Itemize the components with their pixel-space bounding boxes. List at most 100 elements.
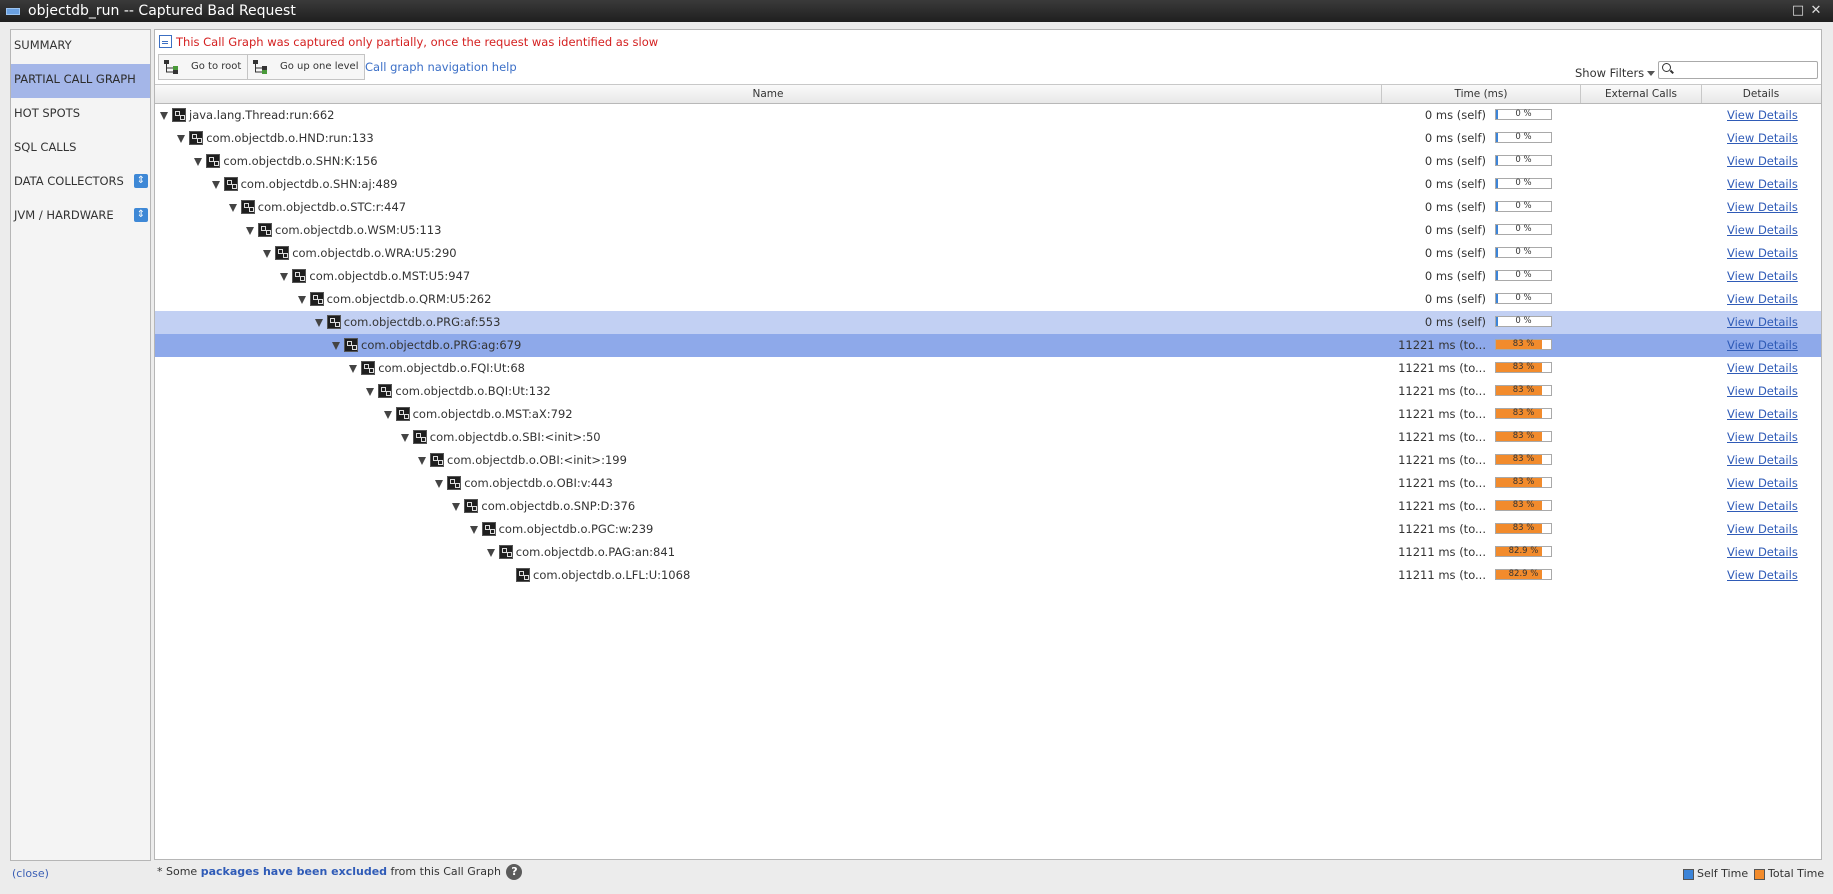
- time-value: 0 ms (self): [1424, 223, 1486, 237]
- maximize-icon[interactable]: □: [1790, 0, 1806, 22]
- sidebar-item-hot-spots[interactable]: HOT SPOTS: [11, 98, 150, 132]
- excluded-packages-note: * Some packages have been excluded from …: [157, 864, 523, 880]
- table-row[interactable]: com.objectdb.o.STC:r:447 0 ms (self) 0 % Vi…: [155, 196, 1821, 219]
- table-row[interactable]: com.objectdb.o.PRG:ag:679 11221 ms (to...…: [155, 334, 1821, 357]
- expand-toggle-icon[interactable]: [418, 457, 426, 465]
- view-details-link[interactable]: View Details: [1727, 265, 1798, 288]
- expand-toggle-icon[interactable]: [366, 388, 375, 396]
- expand-toggle-icon[interactable]: [486, 549, 495, 557]
- table-row[interactable]: com.objectdb.o.OBI:<init>:199 11221 ms (t…: [155, 449, 1821, 472]
- view-details-link[interactable]: View Details: [1727, 242, 1798, 265]
- sidebar-item-partial-call-graph[interactable]: PARTIAL CALL GRAPH: [11, 64, 150, 98]
- column-external-calls[interactable]: External Calls: [1581, 85, 1702, 103]
- view-details-link[interactable]: View Details: [1727, 472, 1798, 495]
- view-details-link[interactable]: View Details: [1727, 311, 1798, 334]
- go-up-level-button[interactable]: Go up one level: [247, 54, 366, 80]
- table-row[interactable]: com.objectdb.o.HND:run:133 0 ms (self) 0 %…: [155, 127, 1821, 150]
- view-details-link[interactable]: View Details: [1727, 380, 1798, 403]
- table-row[interactable]: com.objectdb.o.OBI:v:443 11221 ms (to... 8…: [155, 472, 1821, 495]
- view-details-link[interactable]: View Details: [1727, 288, 1798, 311]
- expand-toggle-icon[interactable]: [452, 503, 461, 511]
- table-row[interactable]: com.objectdb.o.BQI:Ut:132 11221 ms (to...…: [155, 380, 1821, 403]
- percent-label: 83 %: [1512, 500, 1535, 510]
- view-details-link[interactable]: View Details: [1727, 495, 1798, 518]
- view-details-link[interactable]: View Details: [1727, 196, 1798, 219]
- expand-toggle-icon[interactable]: [383, 411, 392, 419]
- method-node-icon: [292, 269, 307, 283]
- expand-toggle-icon[interactable]: [400, 434, 409, 442]
- table-row[interactable]: com.objectdb.o.QRM:U5:262 0 ms (self) 0 % V…: [155, 288, 1821, 311]
- time-percent-bar: 83 %: [1495, 362, 1552, 373]
- table-row[interactable]: com.objectdb.o.MST:aX:792 11221 ms (to...…: [155, 403, 1821, 426]
- sidebar-item-sql-calls[interactable]: SQL CALLS: [11, 132, 150, 166]
- table-row[interactable]: com.objectdb.o.SHN:aj:489 0 ms (self) 0 % V…: [155, 173, 1821, 196]
- view-details-link[interactable]: View Details: [1727, 219, 1798, 242]
- column-name[interactable]: Name: [155, 85, 1382, 103]
- table-row[interactable]: com.objectdb.o.PRG:af:553 0 ms (self) 0 % V…: [155, 311, 1821, 334]
- expand-toggle-icon[interactable]: [314, 319, 323, 327]
- column-details[interactable]: Details: [1702, 85, 1820, 103]
- table-row[interactable]: com.objectdb.o.MST:U5:947 0 ms (self) 0 % V…: [155, 265, 1821, 288]
- view-details-link[interactable]: View Details: [1727, 173, 1798, 196]
- expand-toggle-icon[interactable]: [246, 227, 254, 235]
- time-value: 11221 ms (to...: [1398, 522, 1486, 536]
- expand-toggle-icon[interactable]: [211, 181, 220, 189]
- expand-toggle-icon[interactable]: [349, 365, 358, 373]
- method-node-icon: [258, 223, 272, 237]
- sidebar-item-jvm-hardware[interactable]: JVM / HARDWARE ⇕: [11, 200, 150, 234]
- show-filters-toggle[interactable]: Show Filters: [1575, 66, 1656, 80]
- view-details-link[interactable]: View Details: [1727, 127, 1798, 150]
- table-row[interactable]: com.objectdb.o.WRA:U5:290 0 ms (self) 0 % V…: [155, 242, 1821, 265]
- method-node-icon: [344, 338, 358, 352]
- view-details-link[interactable]: View Details: [1727, 357, 1798, 380]
- view-details-link[interactable]: View Details: [1727, 564, 1798, 587]
- table-row[interactable]: java.lang.Thread:run:662 0 ms (self) 0 % Vi…: [155, 104, 1821, 127]
- table-row[interactable]: com.objectdb.o.FQI:Ut:68 11221 ms (to... 8…: [155, 357, 1821, 380]
- expand-toggle-icon[interactable]: [263, 250, 272, 258]
- time-value: 11221 ms (to...: [1398, 384, 1486, 398]
- expand-toggle-icon[interactable]: [435, 480, 444, 488]
- column-time[interactable]: Time (ms): [1382, 85, 1581, 103]
- view-details-link[interactable]: View Details: [1727, 449, 1798, 472]
- table-row[interactable]: com.objectdb.o.WSM:U5:113 0 ms (self) 0 % V…: [155, 219, 1821, 242]
- expand-icon[interactable]: ⇕: [134, 174, 148, 188]
- method-name: com.objectdb.o.SNP:D:376: [481, 499, 636, 513]
- expand-toggle-icon[interactable]: [228, 204, 237, 212]
- view-details-link[interactable]: View Details: [1727, 426, 1798, 449]
- time-percent-bar: 82.9 %: [1495, 546, 1552, 557]
- help-icon[interactable]: ?: [506, 864, 523, 880]
- filter-search-input[interactable]: [1658, 61, 1818, 79]
- expand-toggle-icon[interactable]: [280, 273, 289, 281]
- table-row[interactable]: com.objectdb.o.SNP:D:376 11221 ms (to... 8…: [155, 495, 1821, 518]
- table-row[interactable]: com.objectdb.o.SHN:K:156 0 ms (self) 0 % Vi…: [155, 150, 1821, 173]
- view-details-link[interactable]: View Details: [1727, 150, 1798, 173]
- view-details-link[interactable]: View Details: [1727, 403, 1798, 426]
- sidebar-item-summary[interactable]: SUMMARY: [11, 30, 150, 64]
- expand-toggle-icon[interactable]: [297, 296, 306, 304]
- navigation-help-link[interactable]: Call graph navigation help: [365, 60, 517, 74]
- sidebar-item-data-collectors[interactable]: DATA COLLECTORS ⇕: [11, 166, 150, 200]
- close-icon[interactable]: ✕: [1808, 0, 1824, 22]
- percent-label: 0 %: [1515, 293, 1532, 303]
- time-value: 0 ms (self): [1424, 246, 1486, 260]
- sidebar-item-label: SUMMARY: [14, 38, 72, 52]
- table-row[interactable]: com.objectdb.o.PAG:an:841 11211 ms (to...…: [155, 541, 1821, 564]
- view-details-link[interactable]: View Details: [1727, 541, 1798, 564]
- expand-toggle-icon[interactable]: [177, 135, 186, 143]
- expand-toggle-icon[interactable]: [160, 112, 168, 120]
- time-value: 11221 ms (to...: [1398, 453, 1486, 467]
- table-row[interactable]: com.objectdb.o.PGC:w:239 11221 ms (to... 8…: [155, 518, 1821, 541]
- expand-toggle-icon[interactable]: [469, 526, 478, 534]
- view-details-link[interactable]: View Details: [1727, 334, 1798, 357]
- expand-toggle-icon[interactable]: [332, 342, 340, 350]
- excluded-packages-link[interactable]: packages have been excluded: [201, 865, 387, 878]
- expand-icon[interactable]: ⇕: [134, 208, 148, 222]
- expand-toggle-icon[interactable]: [194, 158, 203, 166]
- close-link[interactable]: (close): [12, 867, 49, 880]
- view-details-link[interactable]: View Details: [1727, 518, 1798, 541]
- view-details-link[interactable]: View Details: [1727, 104, 1798, 127]
- table-row[interactable]: com.objectdb.o.SBI:<init>:50 11221 ms (to…: [155, 426, 1821, 449]
- table-row[interactable]: com.objectdb.o.LFL:U:1068 11211 ms (to...…: [155, 564, 1821, 587]
- sidebar-item-label: SQL CALLS: [14, 140, 77, 154]
- go-to-root-button[interactable]: Go to root: [158, 54, 249, 80]
